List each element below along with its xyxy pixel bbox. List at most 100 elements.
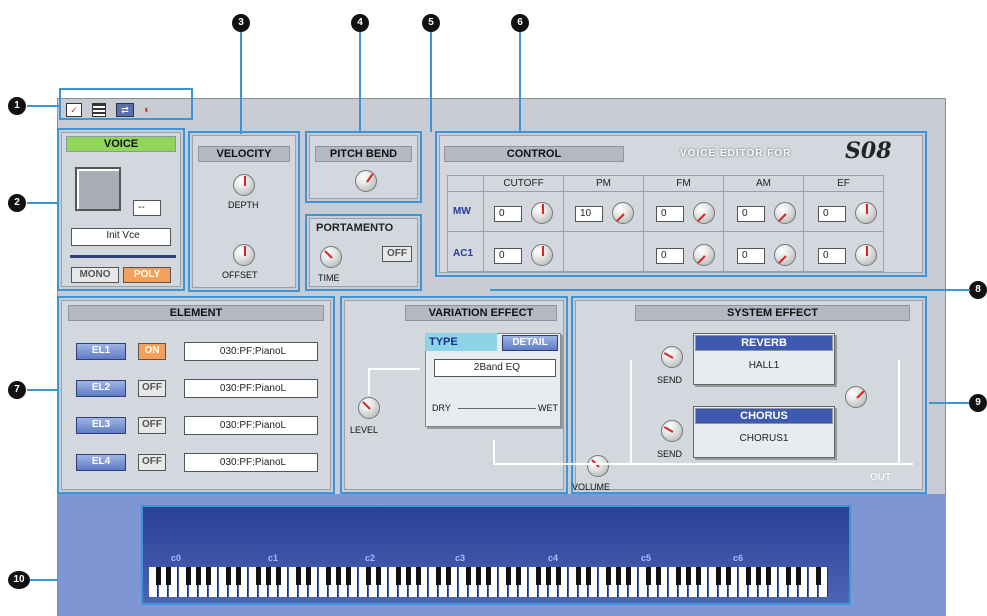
ac1-ef-knob[interactable] bbox=[855, 244, 877, 266]
voice-edit-icon[interactable]: ✓ bbox=[66, 103, 82, 117]
black-key[interactable] bbox=[676, 567, 681, 585]
chorus-send-knob[interactable] bbox=[661, 420, 683, 442]
variation-level-knob[interactable] bbox=[358, 397, 380, 419]
black-key[interactable] bbox=[756, 567, 761, 585]
volume-knob[interactable] bbox=[587, 455, 609, 477]
black-key[interactable] bbox=[786, 567, 791, 585]
reverb-send-knob[interactable] bbox=[661, 346, 683, 368]
black-key[interactable] bbox=[466, 567, 471, 585]
element-3-button[interactable]: EL3 bbox=[76, 417, 126, 434]
ac1-am-field[interactable]: 0 bbox=[737, 248, 765, 264]
black-key[interactable] bbox=[276, 567, 281, 585]
transfer-icon[interactable]: ⇄ bbox=[116, 103, 134, 117]
portamento-off-button[interactable]: OFF bbox=[382, 246, 412, 262]
black-key[interactable] bbox=[656, 567, 661, 585]
black-key[interactable] bbox=[156, 567, 161, 585]
mw-fm-knob[interactable] bbox=[693, 202, 715, 224]
mw-cutoff-knob[interactable] bbox=[531, 202, 553, 224]
element-1-button[interactable]: EL1 bbox=[76, 343, 126, 360]
black-key[interactable] bbox=[816, 567, 821, 585]
black-key[interactable] bbox=[236, 567, 241, 585]
ac1-am-knob[interactable] bbox=[774, 244, 796, 266]
element-3-off-button[interactable]: OFF bbox=[138, 417, 166, 434]
black-key[interactable] bbox=[186, 567, 191, 585]
mw-pm-field[interactable]: 10 bbox=[575, 206, 603, 222]
black-key[interactable] bbox=[716, 567, 721, 585]
element-2-off-button[interactable]: OFF bbox=[138, 380, 166, 397]
ac1-fm-field[interactable]: 0 bbox=[656, 248, 684, 264]
voice-name-field[interactable]: Init Vce bbox=[71, 228, 171, 246]
chorus-to-reverb-knob[interactable] bbox=[845, 386, 867, 408]
black-key[interactable] bbox=[326, 567, 331, 585]
black-key[interactable] bbox=[436, 567, 441, 585]
element-4-button[interactable]: EL4 bbox=[76, 454, 126, 471]
variation-type-field[interactable]: 2Band EQ bbox=[434, 359, 556, 377]
black-key[interactable] bbox=[406, 567, 411, 585]
portamento-time-knob[interactable] bbox=[320, 246, 342, 268]
piano-keys[interactable] bbox=[149, 507, 839, 607]
dry-wet-slider[interactable] bbox=[458, 408, 536, 409]
mw-ef-knob[interactable] bbox=[855, 202, 877, 224]
ac1-fm-knob[interactable] bbox=[693, 244, 715, 266]
black-key[interactable] bbox=[396, 567, 401, 585]
black-key[interactable] bbox=[166, 567, 171, 585]
black-key[interactable] bbox=[796, 567, 801, 585]
black-key[interactable] bbox=[256, 567, 261, 585]
audition-icon[interactable]: ◐ bbox=[144, 103, 162, 117]
voice-number-field[interactable]: -- bbox=[133, 200, 161, 216]
mw-am-knob[interactable] bbox=[774, 202, 796, 224]
voice-category-icon[interactable] bbox=[75, 167, 121, 211]
black-key[interactable] bbox=[696, 567, 701, 585]
black-key[interactable] bbox=[766, 567, 771, 585]
velocity-depth-knob[interactable] bbox=[233, 174, 255, 196]
poly-button[interactable]: POLY bbox=[123, 267, 171, 283]
black-key[interactable] bbox=[306, 567, 311, 585]
black-key[interactable] bbox=[196, 567, 201, 585]
velocity-offset-knob[interactable] bbox=[233, 244, 255, 266]
mw-fm-field[interactable]: 0 bbox=[656, 206, 684, 222]
pitch-bend-knob[interactable] bbox=[355, 170, 377, 192]
element-1-voice-field[interactable]: 030:PF:PianoL bbox=[184, 342, 318, 361]
black-key[interactable] bbox=[686, 567, 691, 585]
black-key[interactable] bbox=[336, 567, 341, 585]
black-key[interactable] bbox=[376, 567, 381, 585]
black-key[interactable] bbox=[486, 567, 491, 585]
mw-am-field[interactable]: 0 bbox=[737, 206, 765, 222]
element-1-on-button[interactable]: ON bbox=[138, 343, 166, 360]
detail-button[interactable]: DETAIL bbox=[502, 335, 558, 351]
black-key[interactable] bbox=[226, 567, 231, 585]
mw-ef-field[interactable]: 0 bbox=[818, 206, 846, 222]
black-key[interactable] bbox=[546, 567, 551, 585]
element-4-voice-field[interactable]: 030:PF:PianoL bbox=[184, 453, 318, 472]
element-2-button[interactable]: EL2 bbox=[76, 380, 126, 397]
ac1-ef-field[interactable]: 0 bbox=[818, 248, 846, 264]
black-key[interactable] bbox=[416, 567, 421, 585]
black-key[interactable] bbox=[616, 567, 621, 585]
black-key[interactable] bbox=[346, 567, 351, 585]
black-key[interactable] bbox=[626, 567, 631, 585]
black-key[interactable] bbox=[536, 567, 541, 585]
black-key[interactable] bbox=[516, 567, 521, 585]
black-key[interactable] bbox=[726, 567, 731, 585]
black-key[interactable] bbox=[266, 567, 271, 585]
black-key[interactable] bbox=[606, 567, 611, 585]
ac1-cutoff-field[interactable]: 0 bbox=[494, 248, 522, 264]
mw-pm-knob[interactable] bbox=[612, 202, 634, 224]
black-key[interactable] bbox=[366, 567, 371, 585]
black-key[interactable] bbox=[646, 567, 651, 585]
mono-button[interactable]: MONO bbox=[71, 267, 119, 283]
list-icon[interactable] bbox=[92, 103, 106, 117]
black-key[interactable] bbox=[206, 567, 211, 585]
element-3-voice-field[interactable]: 030:PF:PianoL bbox=[184, 416, 318, 435]
keyboard[interactable]: c0 c1 c2 c3 c4 c5 c6 bbox=[141, 505, 851, 605]
element-4-off-button[interactable]: OFF bbox=[138, 454, 166, 471]
black-key[interactable] bbox=[446, 567, 451, 585]
black-key[interactable] bbox=[576, 567, 581, 585]
black-key[interactable] bbox=[586, 567, 591, 585]
black-key[interactable] bbox=[506, 567, 511, 585]
black-key[interactable] bbox=[746, 567, 751, 585]
black-key[interactable] bbox=[476, 567, 481, 585]
black-key[interactable] bbox=[296, 567, 301, 585]
ac1-cutoff-knob[interactable] bbox=[531, 244, 553, 266]
mw-cutoff-field[interactable]: 0 bbox=[494, 206, 522, 222]
